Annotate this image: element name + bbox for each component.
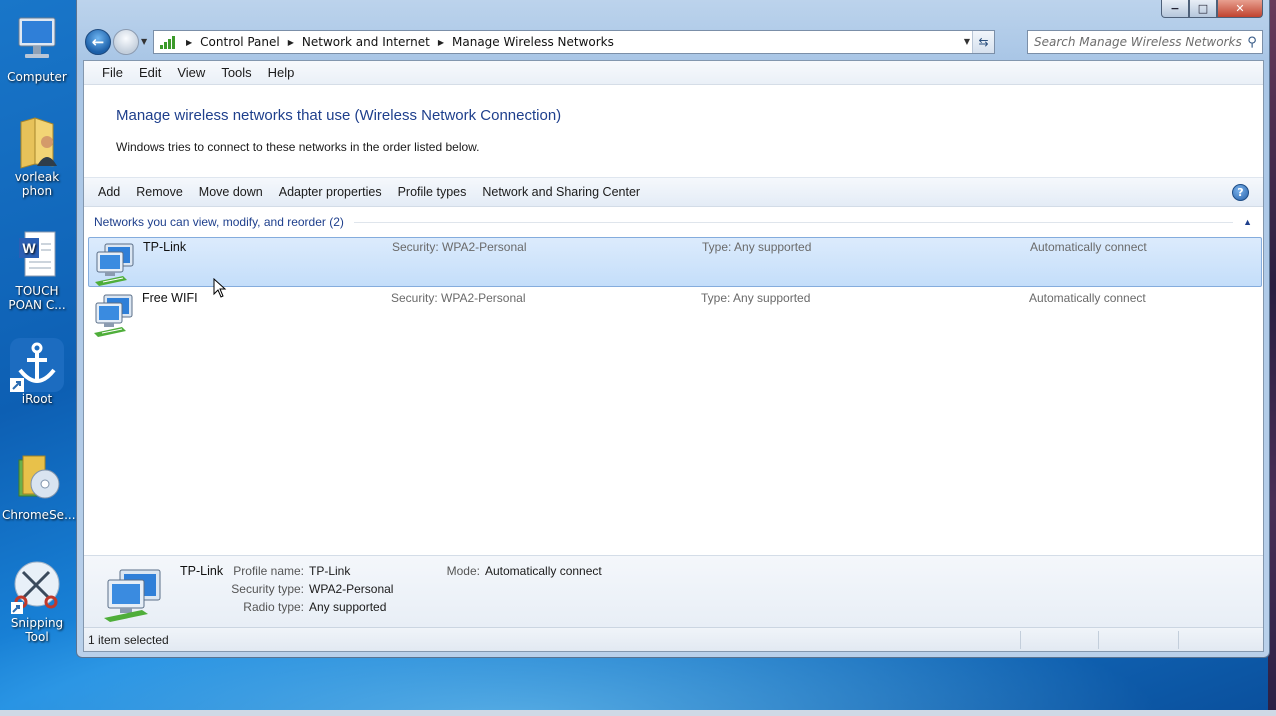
svg-text:W: W [22, 240, 36, 256]
status-bar: 1 item selected [84, 627, 1263, 651]
network-name: Free WIFI [142, 291, 198, 305]
taskbar-edge [0, 710, 1276, 716]
desktop-icon-word-document[interactable]: W TOUCH POAN C... [2, 228, 72, 312]
desktop-icon-label: ChromeSe... [2, 508, 76, 522]
security-type-label: Security type: [231, 582, 304, 596]
command-bar: Add Remove Move down Adapter properties … [84, 177, 1263, 207]
network-name: TP-Link [143, 240, 187, 254]
details-pane: TP-Link Profile name: TP-Link Security t… [84, 555, 1263, 627]
profile-types-button[interactable]: Profile types [390, 185, 475, 199]
add-button[interactable]: Add [90, 185, 128, 199]
desktop-icon-iroot[interactable]: iRoot [2, 336, 72, 406]
network-row-free-wifi[interactable]: Free WIFI Security: WPA2-Personal Type: … [88, 289, 1262, 339]
content-pane: File Edit View Tools Help Manage wireles… [83, 60, 1264, 652]
network-security: Security: WPA2-Personal [391, 291, 526, 305]
chevron-right-icon[interactable]: ▶ [186, 38, 192, 47]
page-subtitle: Windows tries to connect to these networ… [116, 140, 480, 154]
maximize-button[interactable]: □ [1189, 0, 1217, 18]
maximize-icon: □ [1197, 2, 1209, 15]
adapter-properties-button[interactable]: Adapter properties [271, 185, 390, 199]
anchor-icon [10, 336, 64, 392]
minimize-icon: − [1170, 2, 1180, 15]
radio-type-label: Radio type: [243, 600, 304, 614]
refresh-icon: ⇆ [978, 35, 989, 49]
close-button[interactable]: ✕ [1217, 0, 1263, 18]
chevron-right-icon[interactable]: ▶ [438, 38, 444, 47]
user-folder-icon [13, 114, 61, 169]
desktop-icon-label: TOUCH POAN C... [8, 284, 66, 312]
page-title: Manage wireless networks that use (Wirel… [116, 107, 562, 124]
address-dropdown-icon[interactable]: ▼ [964, 37, 970, 46]
breadcrumb: ▶ Control Panel ▶ Network and Internet ▶… [178, 35, 614, 49]
remove-button[interactable]: Remove [128, 185, 191, 199]
window-controls: − □ ✕ [1161, 0, 1263, 18]
network-mode: Automatically connect [1030, 240, 1147, 254]
chevron-up-icon[interactable]: ▲ [1243, 217, 1252, 227]
profile-name-value: TP-Link [309, 564, 351, 578]
installer-cd-icon [13, 452, 61, 506]
wireless-network-icon [92, 293, 138, 337]
desktop-icon-label: Computer [7, 70, 67, 84]
wireless-network-icon [100, 568, 166, 622]
status-divider [1020, 631, 1021, 649]
network-type: Type: Any supported [701, 291, 811, 305]
minimize-button[interactable]: − [1161, 0, 1189, 18]
desktop-icon-computer[interactable]: Computer [2, 14, 72, 84]
desktop-icon-label: iRoot [21, 392, 53, 406]
mode-value: Automatically connect [485, 564, 602, 578]
menu-file[interactable]: File [94, 65, 131, 80]
network-list: Networks you can view, modify, and reord… [84, 207, 1263, 557]
navigation-bar: ← ▼ ▶ Control Panel ▶ Network and Intern… [83, 28, 1263, 56]
group-label: Networks you can view, modify, and reord… [94, 215, 344, 229]
security-type-value: WPA2-Personal [309, 582, 394, 596]
page-header: Manage wireless networks that use (Wirel… [84, 85, 1263, 177]
network-mode: Automatically connect [1029, 291, 1146, 305]
menu-help[interactable]: Help [260, 65, 303, 80]
desktop-icon-label: vorleak phon [14, 170, 60, 198]
status-text: 1 item selected [88, 632, 169, 647]
help-icon[interactable]: ? [1232, 184, 1249, 201]
computer-icon [13, 14, 61, 68]
menu-tools[interactable]: Tools [213, 65, 259, 80]
network-sharing-center-button[interactable]: Network and Sharing Center [474, 185, 648, 199]
network-type: Type: Any supported [702, 240, 812, 254]
network-signal-icon [158, 34, 178, 50]
search-input[interactable]: Search Manage Wireless Networks [1028, 35, 1242, 49]
forward-button[interactable] [113, 29, 139, 55]
menu-bar: File Edit View Tools Help [84, 61, 1263, 85]
move-down-button[interactable]: Move down [191, 185, 271, 199]
breadcrumb-manage-wireless-networks[interactable]: Manage Wireless Networks [452, 35, 614, 49]
explorer-window: − □ ✕ ← ▼ ▶ Control Panel ▶ Network and … [76, 0, 1270, 658]
desktop-icon-user-folder[interactable]: vorleak phon [2, 114, 72, 198]
recent-pages-dropdown-icon[interactable]: ▼ [141, 37, 147, 46]
breadcrumb-control-panel[interactable]: Control Panel [200, 35, 280, 49]
status-divider [1178, 631, 1179, 649]
wireless-network-icon [93, 242, 139, 286]
word-document-icon: W [13, 228, 61, 282]
search-icon[interactable]: ⚲ [1242, 35, 1262, 50]
refresh-button[interactable]: ⇆ [972, 31, 994, 53]
address-bar[interactable]: ▶ Control Panel ▶ Network and Internet ▶… [153, 30, 995, 54]
menu-edit[interactable]: Edit [131, 65, 169, 80]
mode-label: Mode: [446, 564, 480, 578]
close-icon: ✕ [1235, 2, 1245, 15]
network-row-tp-link[interactable]: TP-Link Security: WPA2-Personal Type: An… [88, 237, 1262, 298]
group-divider [353, 221, 1234, 223]
back-button[interactable]: ← [85, 29, 111, 55]
chevron-right-icon[interactable]: ▶ [288, 38, 294, 47]
breadcrumb-network-and-internet[interactable]: Network and Internet [302, 35, 430, 49]
group-header[interactable]: Networks you can view, modify, and reord… [94, 211, 1260, 233]
search-box[interactable]: Search Manage Wireless Networks ⚲ [1027, 30, 1263, 54]
desktop-icon-chromesetup[interactable]: ChromeSe... [2, 452, 76, 522]
radio-type-value: Any supported [309, 600, 387, 614]
network-security: Security: WPA2-Personal [392, 240, 527, 254]
status-divider [1098, 631, 1099, 649]
profile-name-label: Profile name: [233, 564, 304, 578]
desktop-icon-label: Snipping Tool [10, 616, 64, 644]
desktop-icon-snipping-tool[interactable]: Snipping Tool [2, 560, 72, 644]
arrow-left-icon: ← [91, 33, 105, 51]
menu-view[interactable]: View [169, 65, 213, 80]
scissors-icon [11, 560, 61, 614]
